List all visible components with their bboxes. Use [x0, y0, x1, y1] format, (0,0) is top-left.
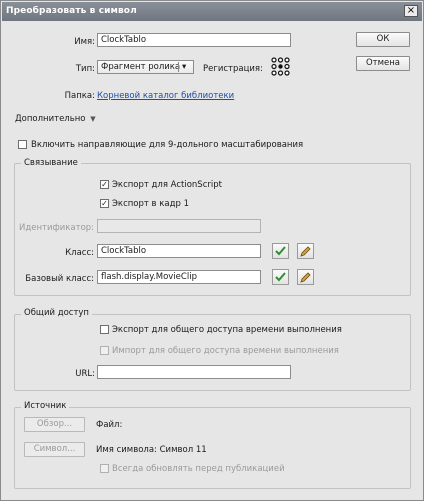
- validate-base-class-button[interactable]: [272, 269, 289, 285]
- base-class-label: Базовый класс:: [25, 274, 94, 284]
- scale9-label: Включить направляющие для 9-дольного мас…: [31, 140, 304, 150]
- url-label: URL:: [75, 369, 95, 379]
- name-input[interactable]: ClockTablo: [97, 33, 291, 47]
- cancel-button[interactable]: Отмена: [356, 56, 410, 71]
- check-icon: [275, 246, 286, 256]
- registration-grid-icon[interactable]: [271, 57, 290, 76]
- triangle-down-icon: ▼: [90, 115, 96, 123]
- dropdown-separator: [178, 62, 179, 72]
- type-label: Тип:: [75, 64, 95, 74]
- class-input[interactable]: ClockTablo: [97, 244, 261, 258]
- scale9-checkbox[interactable]: [18, 140, 27, 149]
- pencil-icon: [300, 272, 311, 283]
- check-icon: [275, 272, 286, 282]
- linkage-title: Связывание: [21, 158, 81, 168]
- title-bar: Преобразовать в символ ×: [2, 2, 422, 21]
- auto-update-checkbox[interactable]: [100, 464, 109, 473]
- dialog-title: Преобразовать в символ: [6, 6, 137, 16]
- type-dropdown[interactable]: Фрагмент ролика ▾: [97, 60, 194, 74]
- convert-to-symbol-dialog: Преобразовать в символ × Имя: ClockTablo…: [0, 0, 424, 501]
- edit-class-button[interactable]: [297, 243, 314, 259]
- name-label: Имя:: [74, 37, 95, 47]
- identifier-label: Идентификатор:: [19, 223, 95, 233]
- export-frame1-label: Экспорт в кадр 1: [112, 199, 189, 209]
- edit-base-class-button[interactable]: [297, 269, 314, 285]
- export-frame1-checkbox[interactable]: ✓: [100, 199, 109, 208]
- export-runtime-checkbox[interactable]: [100, 325, 109, 334]
- export-runtime-label: Экспорт для общего доступа времени выпол…: [112, 325, 342, 335]
- close-button[interactable]: ×: [404, 5, 418, 17]
- chevron-down-icon: ▾: [182, 62, 187, 72]
- base-class-input[interactable]: flash.display.MovieClip: [97, 270, 261, 284]
- symbol-name-label: Имя символа: Символ 11: [96, 445, 207, 455]
- source-title: Источник: [21, 401, 70, 411]
- url-input[interactable]: [97, 365, 291, 379]
- ok-button[interactable]: ОК: [356, 32, 410, 47]
- advanced-label: Дополнительно: [15, 114, 86, 124]
- type-dropdown-value: Фрагмент ролика: [101, 62, 181, 72]
- import-runtime-checkbox[interactable]: [100, 346, 109, 355]
- file-label: Файл:: [96, 420, 123, 430]
- symbol-button[interactable]: Символ...: [24, 442, 85, 457]
- class-label: Класс:: [65, 248, 94, 258]
- identifier-input[interactable]: [97, 219, 261, 233]
- import-runtime-label: Импорт для общего доступа времени выполн…: [112, 346, 339, 356]
- sharing-title: Общий доступ: [21, 308, 92, 318]
- pencil-icon: [300, 246, 311, 257]
- auto-update-label: Всегда обновлять перед публикацией: [112, 464, 285, 474]
- export-actionscript-checkbox[interactable]: ✓: [100, 180, 109, 189]
- advanced-toggle[interactable]: Дополнительно ▼: [15, 114, 96, 124]
- registration-label: Регистрация:: [203, 64, 263, 74]
- browse-button[interactable]: Обзор...: [24, 417, 85, 432]
- export-actionscript-label: Экспорт для ActionScript: [112, 180, 222, 190]
- folder-label: Папка:: [64, 91, 95, 101]
- folder-link[interactable]: Корневой каталог библиотеки: [97, 91, 234, 101]
- validate-class-button[interactable]: [272, 243, 289, 259]
